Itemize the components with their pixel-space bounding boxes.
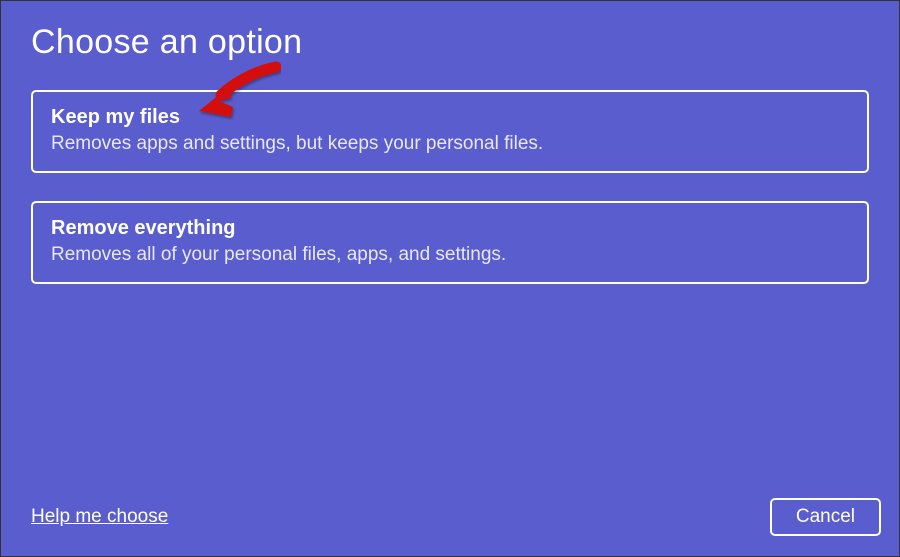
option-description: Removes apps and settings, but keeps you… [51,133,849,155]
option-keep-my-files[interactable]: Keep my files Removes apps and settings,… [31,90,869,173]
page-title: Choose an option [1,1,899,62]
options-container: Keep my files Removes apps and settings,… [1,62,899,284]
cancel-button[interactable]: Cancel [770,498,881,536]
option-title: Keep my files [51,106,849,129]
footer: Help me choose Cancel [31,498,881,536]
option-title: Remove everything [51,217,849,240]
option-description: Removes all of your personal files, apps… [51,244,849,266]
help-me-choose-link[interactable]: Help me choose [31,506,168,528]
option-remove-everything[interactable]: Remove everything Removes all of your pe… [31,201,869,284]
